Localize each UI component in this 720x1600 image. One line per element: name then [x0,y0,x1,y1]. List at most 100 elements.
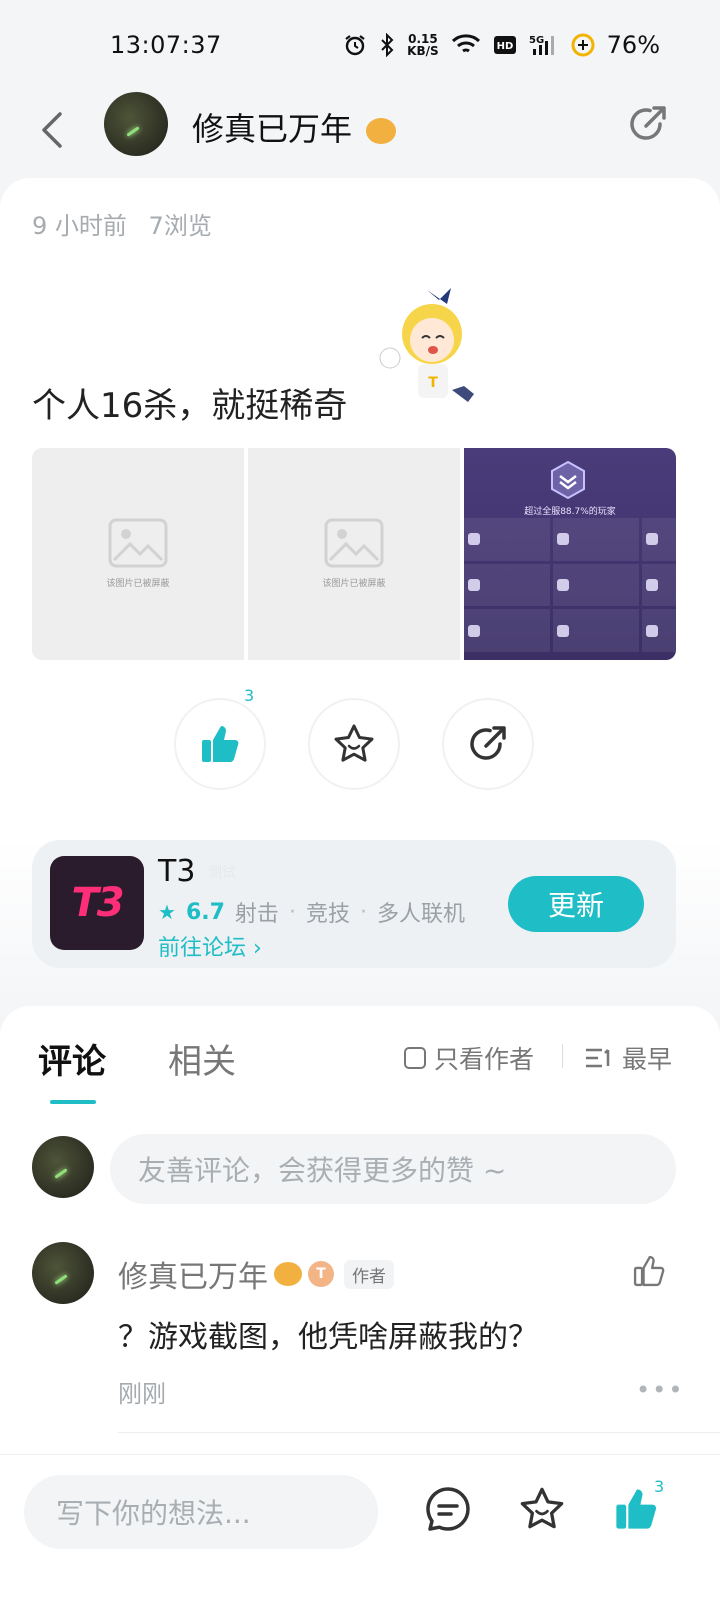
gallery-image-2[interactable]: 该图片已被屏蔽 [248,448,460,660]
game-stat-cell [641,518,676,561]
post-text: 个人16杀，就挺稀奇 [32,386,348,426]
gallery-image-1[interactable]: 该图片已被屏蔽 [32,448,244,660]
post-meta: 9 小时前 7浏览 [32,206,226,241]
only-author-toggle[interactable]: 只看作者 [404,1040,534,1076]
status-time: 13:07:37 [110,31,222,59]
avatar-meteor [54,1168,68,1179]
star-icon: ★ [158,900,176,924]
emoji-badge-icon [274,1262,302,1286]
thumbs-up-icon [633,1255,665,1287]
5g-signal-icon: 5G [529,33,559,57]
stat-icon [468,533,480,546]
post-card: 9 小时前 7浏览 T 个人16杀，就挺稀奇 该图片已被屏蔽 该图片已被屏蔽 超… [0,178,720,1058]
app-genre: 射击 [234,902,279,927]
divider [118,1432,720,1433]
comment-time: 刚刚 [118,1380,166,1408]
favorite-button[interactable] [518,1485,566,1533]
svg-text:5G: 5G [529,35,544,46]
tab-comments[interactable]: 评论 [38,1034,106,1083]
comment-button[interactable] [424,1485,472,1533]
avatar-meteor [126,126,140,137]
chevron-right-icon: › [253,936,262,961]
active-tab-indicator [50,1100,96,1104]
app-card[interactable]: T3 T3 测试 ★ 6.7 射击 · 竞技 · 多人联机 前往论坛 › 更新 [32,840,676,968]
share-action-button[interactable] [442,698,534,790]
thumbs-up-icon [616,1489,657,1529]
stat-icon [645,578,658,591]
share-button[interactable] [626,102,670,146]
battery-percent: 76% [606,31,660,59]
post-time: 9 小时前 [32,212,127,240]
app-tag: 测试 [208,865,236,881]
bottom-bar: 写下你的想法... 3 [0,1454,720,1600]
stat-icon [556,578,569,591]
comment-like-button[interactable] [632,1254,668,1290]
net-speed: 0.15 KB/S [407,32,439,58]
forum-link[interactable]: 前往论坛 › [158,930,262,962]
divider [562,1044,563,1068]
star-icon [520,1487,564,1529]
post-views: 7浏览 [148,212,212,240]
back-button[interactable] [38,110,78,160]
svg-text:T: T [428,375,438,391]
like-button[interactable] [612,1485,660,1533]
separator-dot: · [359,899,367,925]
app-genre: 竞技 [305,902,350,927]
hd-icon: HD [493,35,517,55]
level-badge: T [308,1261,334,1287]
app-icon[interactable]: T3 [50,856,144,950]
app-rating: 6.7 [185,899,225,925]
star-icon [334,724,374,762]
app-meta: ★ 6.7 射击 · 竞技 · 多人联机 [158,896,465,928]
app-name: T3 [158,854,196,889]
comment-input[interactable]: 友善评论，会获得更多的赞 ~ [110,1134,676,1204]
author-avatar[interactable] [104,92,168,156]
post-reply-input[interactable]: 写下你的想法... [24,1475,378,1549]
comments-card: 评论 相关 只看作者 最早 友善评论，会获得更多的赞 ~ 修真已万年 T 作者 … [0,1006,720,1466]
game-stat-cell [641,563,676,607]
image-gallery: 该图片已被屏蔽 该图片已被屏蔽 超过全服88.7%的玩家 [32,448,676,660]
author-tag: 作者 [344,1259,394,1289]
gallery-image-3[interactable]: 超过全服88.7%的玩家 [464,448,676,660]
game-stat-cell [641,609,676,652]
status-bar: 13:07:37 0.15 KB/S HD 5G 76% [0,0,720,90]
sort-button[interactable]: 最早 [584,1040,672,1076]
blocked-label: 该图片已被屏蔽 [106,579,170,589]
game-stat-cell [552,563,639,607]
top-bar: 修真已万年 [0,90,720,180]
stat-icon [468,578,480,591]
author-name[interactable]: 修真已万年 [192,104,397,150]
separator-dot: · [288,899,296,925]
avatar-meteor [54,1274,68,1285]
bluetooth-icon [379,33,395,57]
action-row [0,698,720,794]
commenter-name[interactable]: 修真已万年 T 作者 [118,1252,394,1296]
sort-icon [586,1048,610,1068]
game-stat-title: 超过全服88.7%的玩家 [524,507,616,517]
status-icons: 0.15 KB/S HD 5G 76% [343,31,660,59]
stat-icon [645,624,658,637]
wifi-icon [451,34,481,56]
my-avatar[interactable] [32,1136,94,1198]
tab-related[interactable]: 相关 [168,1034,236,1083]
share-icon [470,726,506,760]
stat-icon [468,624,480,637]
stat-icon [645,533,658,546]
like-count: 3 [654,1477,665,1496]
game-stat-cell [552,518,639,561]
game-stat-cell [464,563,550,607]
more-icon[interactable]: ••• [636,1376,684,1404]
like-button[interactable] [174,698,266,790]
comment-text: ？游戏截图，他凭啥屏蔽我的？ [118,1320,538,1355]
commenter-avatar[interactable] [32,1242,94,1304]
back-icon [42,112,62,148]
thumbs-up-icon [202,726,239,762]
image-placeholder-icon [324,518,384,568]
checkbox-icon[interactable] [404,1047,426,1069]
update-button[interactable]: 更新 [508,876,644,932]
alarm-icon [343,33,367,57]
stat-icon [556,624,569,637]
app-genre: 多人联机 [376,902,465,927]
favorite-button[interactable] [308,698,400,790]
game-stat-grid [464,518,676,658]
